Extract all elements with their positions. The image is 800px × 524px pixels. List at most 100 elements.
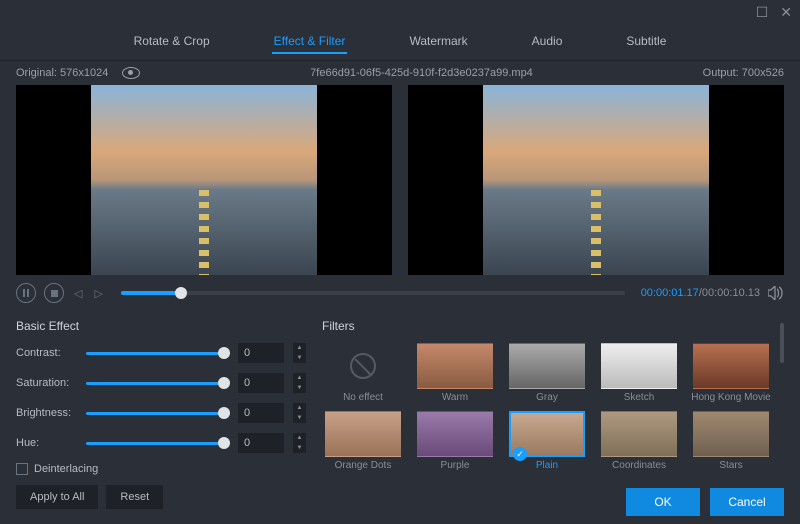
filter-plain[interactable]: ✓ Plain <box>506 411 588 471</box>
preview-original <box>16 85 392 275</box>
filters-panel: Filters No effect Warm Gray Sketch <box>322 319 784 509</box>
contrast-slider[interactable] <box>86 352 230 355</box>
player-controls: ◁ ▷ 00:00:01.17/00:00:10.13 <box>0 275 800 311</box>
tab-effect-filter[interactable]: Effect & Filter <box>272 30 348 54</box>
filter-coordinates[interactable]: Coordinates <box>598 411 680 471</box>
reset-button[interactable]: Reset <box>106 485 163 509</box>
contrast-up[interactable]: ▲ <box>292 343 306 353</box>
preview-output <box>408 85 784 275</box>
brightness-thumb[interactable] <box>218 407 230 419</box>
tab-bar: Rotate & Crop Effect & Filter Watermark … <box>0 24 800 61</box>
hue-slider[interactable] <box>86 442 230 445</box>
filter-orange-dots[interactable]: Orange Dots <box>322 411 404 471</box>
filter-no-effect[interactable]: No effect <box>322 343 404 403</box>
contrast-thumb[interactable] <box>218 347 230 359</box>
stop-button[interactable] <box>44 283 64 303</box>
brightness-row: Brightness: 0 ▲▼ <box>16 403 306 423</box>
filter-gray[interactable]: Gray <box>506 343 588 403</box>
filter-hong-kong[interactable]: Hong Kong Movie <box>690 343 772 403</box>
filter-purple[interactable]: Purple <box>414 411 496 471</box>
filter-label: Plain <box>536 460 558 471</box>
filter-thumb <box>693 343 769 389</box>
filter-label: No effect <box>343 392 383 403</box>
original-video-frame <box>91 85 317 275</box>
pause-button[interactable] <box>16 283 36 303</box>
no-effect-icon <box>325 343 401 389</box>
hue-spinner: ▲▼ <box>292 433 306 453</box>
contrast-label: Contrast: <box>16 347 78 359</box>
filter-stars[interactable]: Stars <box>690 411 772 471</box>
brightness-up[interactable]: ▲ <box>292 403 306 413</box>
dialog-footer: OK Cancel <box>626 488 784 516</box>
contrast-spinner: ▲▼ <box>292 343 306 363</box>
playback-time: 00:00:01.17/00:00:10.13 <box>641 287 760 299</box>
filter-label: Coordinates <box>612 460 666 471</box>
filter-thumb: ✓ <box>509 411 585 457</box>
saturation-down[interactable]: ▼ <box>292 383 306 393</box>
hue-up[interactable]: ▲ <box>292 433 306 443</box>
filter-thumb <box>509 343 585 389</box>
output-dimensions: Output: 700x526 <box>703 67 784 79</box>
saturation-thumb[interactable] <box>218 377 230 389</box>
prev-button[interactable]: ◁ <box>72 287 84 300</box>
basic-effect-buttons: Apply to All Reset <box>16 485 306 509</box>
filename-label: 7fe66d91-06f5-425d-910f-f2d3e0237a99.mp4 <box>310 67 533 79</box>
brightness-spinner: ▲▼ <box>292 403 306 423</box>
saturation-row: Saturation: 0 ▲▼ <box>16 373 306 393</box>
brightness-label: Brightness: <box>16 407 78 419</box>
hue-label: Hue: <box>16 437 78 449</box>
tab-watermark[interactable]: Watermark <box>407 30 469 54</box>
filter-thumb <box>325 411 401 457</box>
check-icon: ✓ <box>513 447 527 461</box>
saturation-slider[interactable] <box>86 382 230 385</box>
volume-icon[interactable] <box>768 286 784 300</box>
filter-thumb <box>417 343 493 389</box>
deinterlacing-label: Deinterlacing <box>34 463 98 475</box>
saturation-up[interactable]: ▲ <box>292 373 306 383</box>
saturation-value[interactable]: 0 <box>238 373 284 393</box>
cancel-button[interactable]: Cancel <box>710 488 784 516</box>
saturation-spinner: ▲▼ <box>292 373 306 393</box>
deinterlacing-row: Deinterlacing <box>16 463 306 475</box>
filter-label: Warm <box>442 392 468 403</box>
hue-thumb[interactable] <box>218 437 230 449</box>
filter-warm[interactable]: Warm <box>414 343 496 403</box>
tab-subtitle[interactable]: Subtitle <box>624 30 668 54</box>
maximize-icon[interactable]: ☐ <box>756 4 769 21</box>
close-icon[interactable]: ✕ <box>780 4 792 21</box>
progress-thumb[interactable] <box>175 287 187 299</box>
ok-button[interactable]: OK <box>626 488 700 516</box>
filter-label: Gray <box>536 392 558 403</box>
filters-title: Filters <box>322 319 772 333</box>
tab-rotate-crop[interactable]: Rotate & Crop <box>132 30 212 54</box>
contrast-value[interactable]: 0 <box>238 343 284 363</box>
brightness-value[interactable]: 0 <box>238 403 284 423</box>
filters-grid: No effect Warm Gray Sketch Hong Kong Mov… <box>322 343 772 471</box>
hue-value[interactable]: 0 <box>238 433 284 453</box>
brightness-slider[interactable] <box>86 412 230 415</box>
titlebar: ☐ ✕ <box>0 0 800 24</box>
output-video-frame <box>483 85 709 275</box>
hue-row: Hue: 0 ▲▼ <box>16 433 306 453</box>
eye-icon[interactable] <box>122 67 140 79</box>
filter-label: Stars <box>719 460 742 471</box>
progress-bar[interactable] <box>121 291 625 295</box>
tab-audio[interactable]: Audio <box>530 30 565 54</box>
apply-to-all-button[interactable]: Apply to All <box>16 485 98 509</box>
basic-effect-panel: Basic Effect Contrast: 0 ▲▼ Saturation: … <box>16 319 306 509</box>
time-duration: 00:00:10.13 <box>702 287 760 299</box>
filters-scrollbar[interactable] <box>780 323 784 363</box>
contrast-row: Contrast: 0 ▲▼ <box>16 343 306 363</box>
preview-area <box>0 85 800 275</box>
hue-down[interactable]: ▼ <box>292 443 306 453</box>
filter-label: Sketch <box>624 392 655 403</box>
time-current: 00:00:01.17 <box>641 287 699 299</box>
info-row: Original: 576x1024 7fe66d91-06f5-425d-91… <box>0 61 800 85</box>
filter-sketch[interactable]: Sketch <box>598 343 680 403</box>
next-button[interactable]: ▷ <box>92 287 104 300</box>
brightness-down[interactable]: ▼ <box>292 413 306 423</box>
filter-label: Hong Kong Movie <box>691 392 771 403</box>
contrast-down[interactable]: ▼ <box>292 353 306 363</box>
deinterlacing-checkbox[interactable] <box>16 463 28 475</box>
filter-label: Purple <box>441 460 470 471</box>
